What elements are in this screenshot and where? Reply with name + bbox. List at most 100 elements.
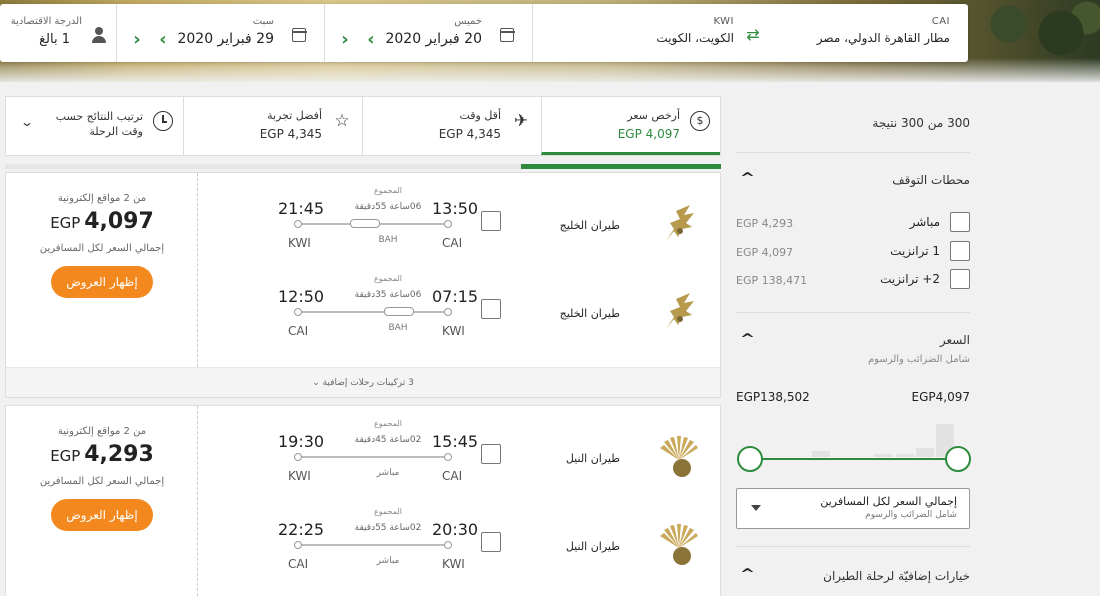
passengers-field[interactable]: الدرجة الاقتصادية 1 بالغ [0, 4, 116, 62]
price-slider-track [750, 458, 956, 460]
price-mode-value: إجمالي السعر لكل المسافرين [820, 495, 957, 508]
calendar-icon [499, 28, 515, 42]
route-line [294, 541, 452, 549]
flight-leg: طيران الخليج 07:15 KWI 12:50 CAI المجموع… [198, 261, 720, 351]
stop-option-direct[interactable]: مباشر EGP 4,293 [736, 212, 970, 234]
price-amount: 4,293 [84, 442, 154, 467]
return-date: 29 فبراير 2020 [177, 31, 274, 47]
route-end-dot [444, 453, 452, 461]
airline-name: طيران النيل [565, 452, 620, 465]
price-slider-min-handle[interactable] [945, 446, 971, 472]
price-histogram-bar [916, 448, 934, 457]
collapse-stops-icon[interactable]: ^ [740, 171, 755, 186]
arrival-code: KWI [288, 236, 311, 250]
stop-checkbox[interactable] [950, 269, 970, 289]
route-end-dot [294, 220, 302, 228]
airline-name: طيران النيل [565, 540, 620, 553]
stop-checkbox[interactable] [950, 212, 970, 232]
route-end-dot [444, 308, 452, 316]
price-slider-max-handle[interactable] [737, 446, 763, 472]
price-mode-select[interactable]: إجمالي السعر لكل المسافرين شامل الضرائب … [736, 488, 970, 529]
depart-next-button[interactable]: › [360, 30, 382, 52]
duration-label: المجموع [374, 419, 402, 428]
stop-option-one[interactable]: 1 ترانزيت EGP 4,097 [736, 241, 970, 263]
depart-prev-button[interactable]: ‹ [334, 30, 356, 52]
depart-date-field[interactable]: خميس 20 فبراير 2020 › ‹ [324, 4, 532, 62]
collapse-extra-icon[interactable]: ^ [740, 567, 755, 582]
stop-label: 1 ترانزيت [890, 244, 940, 258]
sort-label: ترتيب النتائج حسب وقت الرحلة [55, 110, 143, 138]
divider [736, 152, 970, 153]
sort-dropdown[interactable]: ترتيب النتائج حسب وقت الرحلة ⌄ [6, 97, 183, 155]
arrival-code: KWI [288, 469, 311, 483]
result-card: من 2 مواقع إلكترونية EGP 4,293 إجمالي ال… [5, 405, 721, 596]
arrival-time: 12:50 [278, 287, 325, 306]
duration: 02ساعة 55دقيقة [354, 523, 422, 533]
price-subtitle: شامل الضرائب والرسوم [867, 354, 970, 365]
more-combinations-link[interactable]: 3 تركيبات رحلات إضافية ⌄ [6, 367, 720, 397]
cabin-class: الدرجة الاقتصادية [10, 16, 82, 27]
stop-label: 2+ ترانزيت [880, 272, 940, 286]
stop-marker [384, 307, 414, 316]
swap-icon[interactable]: ⇄ [742, 24, 764, 46]
flight-leg: طيران النيل 20:30 KWI 22:25 CAI المجموع … [198, 494, 720, 584]
route-line [294, 307, 452, 316]
price-title: السعر [939, 333, 970, 347]
dropdown-arrow-icon [751, 505, 761, 511]
divider [736, 546, 970, 547]
departure-time: 20:30 [432, 520, 479, 539]
stop-label: مباشر [909, 215, 940, 229]
tab-fastest[interactable]: ✈ أقل وقت EGP 4,345 [362, 97, 541, 155]
arrival-time: 21:45 [278, 199, 325, 218]
destination-code: KWI [713, 16, 734, 27]
tab-price: EGP 4,345 [438, 127, 501, 141]
flight-leg: طيران الخليج 13:50 CAI 21:45 KWI المجموع… [198, 173, 720, 263]
leg-checkbox[interactable] [481, 299, 501, 319]
arrival-code: CAI [288, 557, 309, 571]
total-note: إجمالي السعر لكل المسافرين [39, 243, 165, 254]
loading-progress [5, 164, 721, 169]
fast-plane-icon: ✈ [513, 111, 529, 131]
stop-price: EGP 4,097 [736, 246, 794, 259]
progress-fill [520, 164, 721, 169]
price-histogram-bar [874, 454, 892, 457]
tab-cheapest[interactable]: $ أرخص سعر EGP 4,097 [541, 97, 720, 155]
nile-air-logo [656, 434, 702, 480]
flight-leg: طيران النيل 15:45 CAI 19:30 KWI المجموع … [198, 406, 720, 496]
return-date-field[interactable]: سبت 29 فبراير 2020 › ‹ [116, 4, 324, 62]
leg-checkbox[interactable] [481, 211, 501, 231]
departure-time: 07:15 [432, 287, 479, 306]
leg-checkbox[interactable] [481, 444, 501, 464]
stop-option-two-plus[interactable]: 2+ ترانزيت EGP 138,471 [736, 269, 970, 291]
gulf-air-logo [656, 201, 702, 247]
destination[interactable]: KWI الكويت، الكويت [656, 16, 734, 45]
stop-price: EGP 138,471 [736, 274, 808, 287]
route-end-dot [294, 541, 302, 549]
extra-options-title: خيارات إضافيّة لرحلة الطيران [823, 569, 970, 583]
sites-count: من 2 مواقع إلكترونية [57, 426, 147, 437]
leg-checkbox[interactable] [481, 532, 501, 552]
direct-label: مباشر [376, 468, 400, 478]
airline-name: طيران الخليج [559, 219, 620, 232]
person-icon [90, 26, 108, 44]
stop-checkbox[interactable] [950, 241, 970, 261]
departure-time: 13:50 [432, 199, 479, 218]
route-line [294, 453, 452, 461]
return-prev-button[interactable]: ‹ [126, 30, 148, 52]
route-field[interactable]: CAI مطار القاهرة الدولي، مصر ⇄ KWI الكوي… [532, 4, 968, 62]
collapse-price-icon[interactable]: ^ [740, 332, 755, 347]
origin[interactable]: CAI مطار القاهرة الدولي، مصر [817, 16, 950, 45]
price-amount: 4,097 [84, 209, 154, 234]
passenger-count: 1 بالغ [39, 32, 70, 47]
departure-code: KWI [442, 557, 465, 571]
duration: 06ساعة 35دقيقة [354, 290, 422, 300]
show-deals-button[interactable]: إظهار العروض [51, 499, 153, 531]
direct-label: مباشر [376, 556, 400, 566]
chevron-down-icon: ⌄ [19, 115, 35, 129]
price-mode-sub: شامل الضرائب والرسوم [865, 510, 957, 520]
show-deals-button[interactable]: إظهار العروض [51, 266, 153, 298]
return-next-button[interactable]: › [152, 30, 174, 52]
tab-best[interactable]: ☆ أفضل تجربة EGP 4,345 [183, 97, 362, 155]
route-end-dot [294, 308, 302, 316]
total-note: إجمالي السعر لكل المسافرين [39, 476, 165, 487]
